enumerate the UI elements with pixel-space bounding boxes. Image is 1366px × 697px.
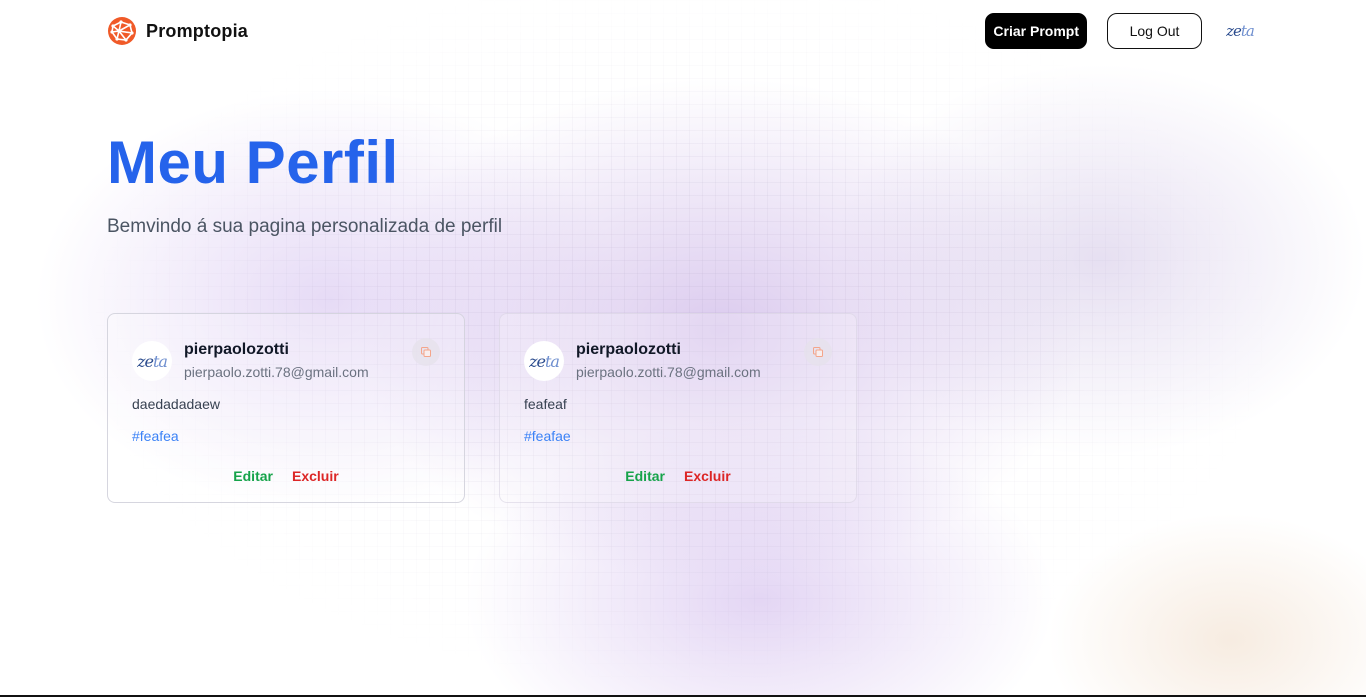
profile-avatar[interactable]: zeta: [1222, 13, 1258, 49]
nav-actions: Criar Prompt Log Out zeta: [985, 13, 1258, 49]
prompt-tag[interactable]: #feafea: [132, 428, 179, 444]
prompt-text: feafeaf: [524, 396, 567, 412]
username[interactable]: pierpaolozotti: [576, 341, 681, 359]
prompt-text: daedadadaew: [132, 396, 220, 412]
top-navbar: Promptopia Criar Prompt Log Out zeta: [107, 12, 1258, 50]
globe-network-logo-icon: [108, 17, 136, 45]
avatar-text-part: ze: [529, 351, 546, 371]
logout-button[interactable]: Log Out: [1107, 13, 1202, 49]
page-title: Meu Perfil: [107, 129, 399, 196]
avatar-text-part: ze: [1226, 22, 1242, 40]
copy-icon: [813, 347, 823, 357]
avatar-logo-text: zeta: [1226, 22, 1255, 40]
avatar-text-part: ta: [1240, 22, 1255, 40]
delete-button[interactable]: Excluir: [684, 468, 731, 484]
brand-name: Promptopia: [146, 20, 249, 41]
page-subtitle: Bemvindo á sua pagina personalizada de p…: [107, 216, 503, 237]
avatar-text-part: ta: [152, 351, 168, 371]
user-email: pierpaolo.zotti.78@gmail.com: [184, 364, 369, 380]
user-avatar[interactable]: zeta: [524, 341, 564, 381]
user-avatar[interactable]: zeta: [132, 341, 172, 381]
prompt-card: zeta pierpaolozotti pierpaolo.zotti.78@g…: [499, 313, 857, 503]
edit-button[interactable]: Editar: [625, 468, 665, 484]
delete-button[interactable]: Excluir: [292, 468, 339, 484]
card-actions: Editar Excluir: [500, 468, 856, 484]
create-prompt-button[interactable]: Criar Prompt: [985, 13, 1087, 49]
copy-icon: [421, 347, 431, 357]
card-actions: Editar Excluir: [108, 468, 464, 484]
avatar-text-part: ze: [137, 351, 154, 371]
avatar-text-part: ta: [544, 351, 560, 371]
edit-button[interactable]: Editar: [233, 468, 273, 484]
copy-button[interactable]: [804, 338, 832, 366]
user-email: pierpaolo.zotti.78@gmail.com: [576, 364, 761, 380]
prompt-card: zeta pierpaolozotti pierpaolo.zotti.78@g…: [107, 313, 465, 503]
copy-button[interactable]: [412, 338, 440, 366]
avatar-logo-text: zeta: [529, 351, 560, 371]
brand-link[interactable]: Promptopia: [107, 16, 248, 46]
username[interactable]: pierpaolozotti: [184, 341, 289, 359]
prompt-tag[interactable]: #feafae: [524, 428, 571, 444]
avatar-logo-text: zeta: [137, 351, 168, 371]
